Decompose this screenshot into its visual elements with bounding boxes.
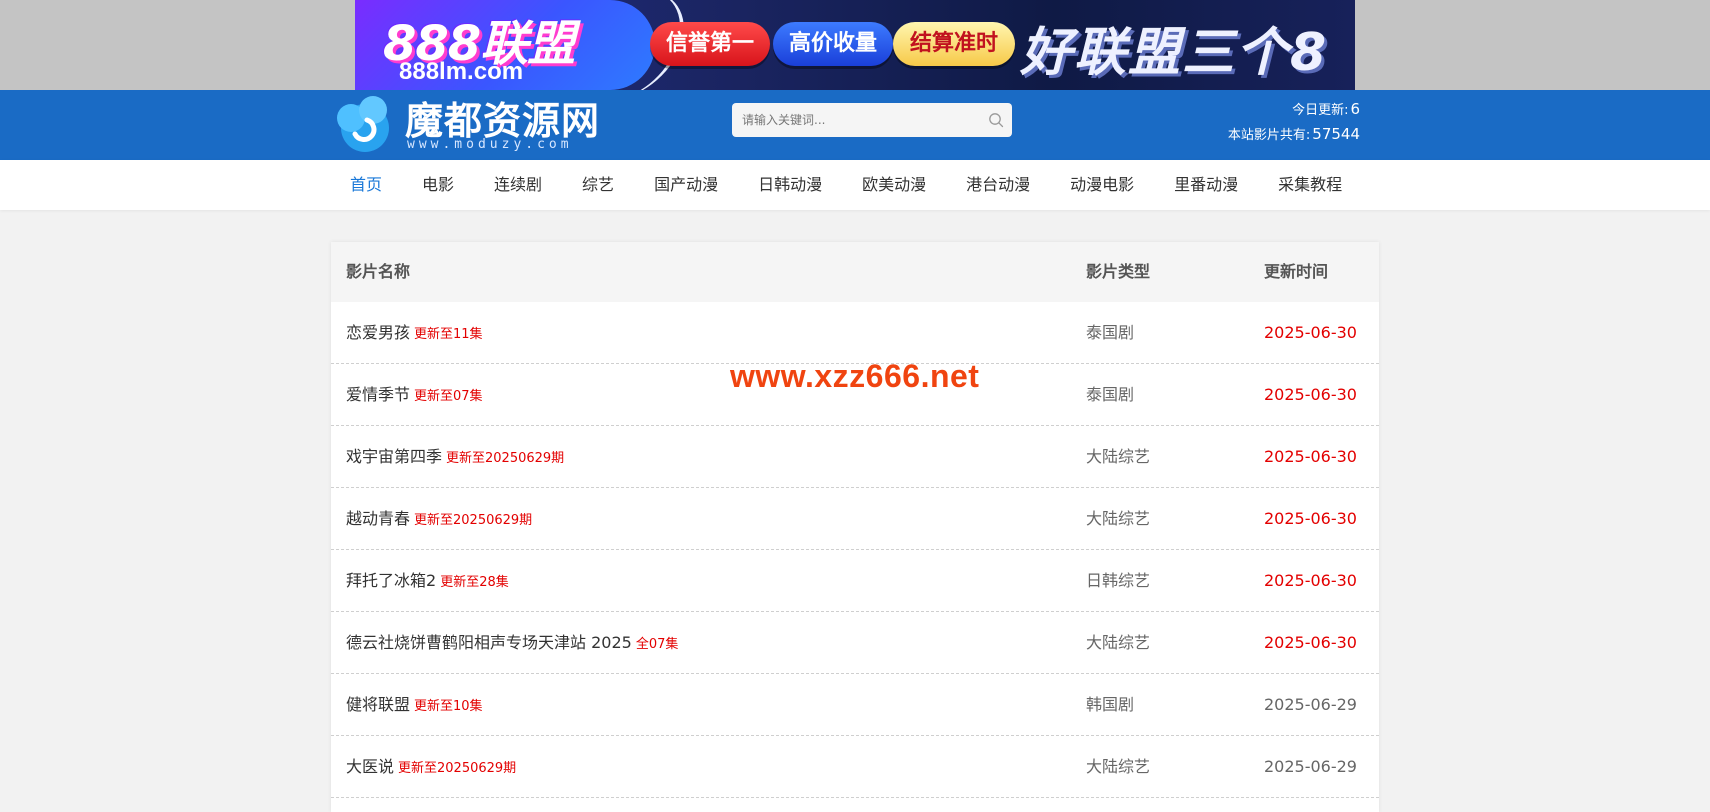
logo-subtitle: www.moduzy.com [407,137,573,152]
table-row[interactable]: 恋爱男孩 更新至11集 泰国剧 2025-06-30 [331,302,1379,364]
search-icon[interactable] [988,112,1004,128]
site-stats: 今日更新: 6 本站影片共有: 57544 [1200,98,1360,148]
update-note: 更新至07集 [414,389,483,404]
table-row[interactable]: 大医说 更新至20250629期 大陆综艺 2025-06-29 [331,736,1379,798]
update-date: 2025-06-30 [1264,509,1357,528]
update-date: 2025-06-30 [1264,633,1357,652]
movie-title: 爱情季节 [346,385,411,404]
nav-item-movies[interactable]: 电影 [402,160,474,210]
movie-title-link[interactable]: 爱情季节 更新至07集 [346,364,483,426]
movie-type: 泰国剧 [1086,323,1135,342]
update-note: 更新至20250629期 [414,513,533,528]
search-box [732,103,1012,137]
update-note: 全07集 [635,637,679,652]
movie-title-link[interactable]: 德云社烧饼曹鹤阳相声专场天津站 2025 全07集 [346,612,678,674]
movie-type: 大陆综艺 [1086,757,1151,776]
update-date: 2025-06-30 [1264,323,1357,342]
movie-title-link[interactable]: 越动青春 更新至20250629期 [346,488,532,550]
ad-domain: 888lm.com [399,58,524,85]
movie-title-link[interactable]: 大医说 更新至20250629期 [346,736,516,798]
today-update-stat: 今日更新: 6 [1200,98,1360,123]
movie-list-panel: 影片名称 影片类型 更新时间 恋爱男孩 更新至11集 泰国剧 2025-06-30… [331,242,1379,812]
update-note: 更新至20250629期 [398,761,517,776]
update-note: 更新至20250629期 [446,451,565,466]
movie-title-link[interactable]: 戏宇宙第四季 更新至20250629期 [346,426,564,488]
movie-title: 健将联盟 [346,695,411,714]
movie-title: 恋爱男孩 [346,323,411,342]
movie-title: 拜托了冰箱2 [346,571,437,590]
total-movies-label: 本站影片共有: [1227,128,1311,143]
site-logo[interactable]: 魔都资源网 www.moduzy.com [333,90,603,158]
movie-title: 戏宇宙第四季 [346,447,443,466]
update-date: 2025-06-29 [1264,757,1357,776]
ad-pill: 高价收量 [773,22,893,66]
column-header-title: 影片名称 [346,262,411,281]
total-movies-count: 57544 [1312,125,1360,143]
total-movies-stat: 本站影片共有: 57544 [1200,123,1360,148]
today-update-count: 6 [1350,100,1360,118]
movie-title-link[interactable]: 恋爱男孩 更新至11集 [346,302,483,364]
ad-pill: 信誉第一 [650,22,770,66]
movie-title: 大医说 [346,757,395,776]
nav-item-variety[interactable]: 综艺 [562,160,634,210]
update-date: 2025-06-30 [1264,571,1357,590]
movie-title: 越动青春 [346,509,411,528]
nav-item-cn-anime[interactable]: 国产动漫 [634,160,738,210]
movie-type: 泰国剧 [1086,385,1135,404]
movie-type: 大陆综艺 [1086,633,1151,652]
movie-title-link[interactable]: 拜托了冰箱2 更新至28集 [346,550,509,612]
watermark-text: www.xzz666.net [730,358,980,394]
main-nav: 首页 电影 连续剧 综艺 国产动漫 日韩动漫 欧美动漫 港台动漫 动漫电影 里番… [0,160,1710,210]
table-row[interactable]: 越动青春 更新至20250629期 大陆综艺 2025-06-30 [331,488,1379,550]
nav-item-western-anime[interactable]: 欧美动漫 [842,160,946,210]
nav-item-collect-tutorial[interactable]: 采集教程 [1258,160,1362,210]
nav-item-hk-tw-anime[interactable]: 港台动漫 [946,160,1050,210]
movie-type: 日韩综艺 [1086,571,1151,590]
ad-pill: 结算准时 [893,22,1015,66]
update-date: 2025-06-30 [1264,447,1357,466]
column-header-date: 更新时间 [1264,262,1329,281]
table-header: 影片名称 影片类型 更新时间 [331,242,1379,302]
nav-item-hentai-anime[interactable]: 里番动漫 [1154,160,1258,210]
table-row[interactable]: 健将联盟 更新至10集 韩国剧 2025-06-29 [331,674,1379,736]
cloud-logo-icon [337,96,389,152]
movie-title: 德云社烧饼曹鹤阳相声专场天津站 2025 [346,633,632,652]
column-header-type: 影片类型 [1086,262,1151,281]
movie-title-link[interactable]: 健将联盟 更新至10集 [346,674,483,736]
movie-type: 大陆综艺 [1086,447,1151,466]
table-row[interactable]: 戏宇宙第四季 更新至20250629期 大陆综艺 2025-06-30 [331,426,1379,488]
nav-item-series[interactable]: 连续剧 [474,160,562,210]
ad-banner[interactable]: 888联盟 888lm.com 信誉第一 高价收量 结算准时 好联盟三个8 [355,0,1355,90]
today-update-label: 今日更新: [1292,103,1349,118]
movie-type: 韩国剧 [1086,695,1135,714]
update-note: 更新至11集 [414,327,483,342]
table-row[interactable]: 拜托了冰箱2 更新至28集 日韩综艺 2025-06-30 [331,550,1379,612]
update-note: 更新至10集 [414,699,483,714]
update-note: 更新至28集 [440,575,509,590]
nav-item-home[interactable]: 首页 [330,160,402,210]
nav-item-anime-movies[interactable]: 动漫电影 [1050,160,1154,210]
update-date: 2025-06-30 [1264,385,1357,404]
nav-item-jp-kr-anime[interactable]: 日韩动漫 [738,160,842,210]
search-input[interactable] [732,103,982,137]
table-row[interactable]: 德云社烧饼曹鹤阳相声专场天津站 2025 全07集 大陆综艺 2025-06-30 [331,612,1379,674]
ad-slogan: 好联盟三个8 [1020,23,1329,83]
movie-type: 大陆综艺 [1086,509,1151,528]
update-date: 2025-06-29 [1264,695,1357,714]
